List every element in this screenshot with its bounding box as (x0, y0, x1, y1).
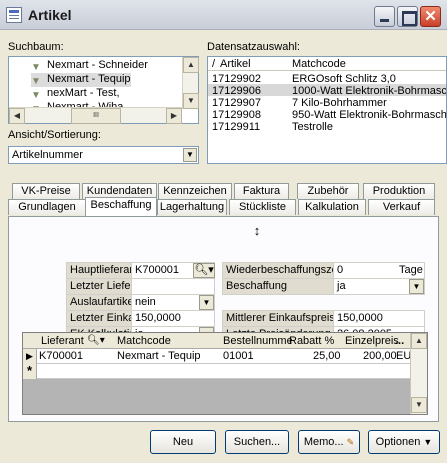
chevron-down-icon[interactable]: ▼ (409, 279, 424, 294)
scroll-left-icon[interactable]: ◀ (9, 108, 25, 124)
window-title: Artikel (28, 7, 72, 23)
sort-select[interactable]: Artikelnummer ▼ (8, 146, 199, 164)
close-button[interactable]: ✕ (420, 6, 441, 27)
close-icon: ✕ (424, 8, 437, 25)
letzter-einkaufspreis-label: Letzter Einkaufspreis (66, 310, 132, 327)
tree-horizontal-scrollbar[interactable]: ◀ III ▶ (9, 107, 182, 124)
memo-pencil-icon: ✎ (346, 437, 355, 447)
mittlerer-einkaufspreis-label: Mittlerer Einkaufspreis (222, 310, 334, 327)
record-row-selected[interactable]: 17129906 1000-Watt Elektronik-Bohrmaschi… (208, 84, 446, 97)
minimize-button[interactable] (374, 6, 395, 27)
sort-label: Ansicht/Sortierung: (8, 129, 101, 141)
letzter-einkaufspreis-field[interactable]: 150,0000 (131, 310, 215, 327)
tab-zubehoer[interactable]: Zubehör (297, 183, 359, 199)
current-row-indicator-icon: ▶ (23, 349, 37, 364)
column-header-bestellnummer[interactable]: Bestellnumme (223, 335, 293, 347)
record-list-header: / Artikel Matchcode (208, 57, 446, 71)
artikel-window: Artikel ✕ Suchbaum: ▼ Nexmart - Schneider… (0, 0, 447, 463)
tab-produktion[interactable]: Produktion (363, 183, 435, 199)
auslaufartikel-label: Auslaufartikel (66, 294, 132, 311)
title-bar[interactable]: Artikel ✕ (0, 0, 447, 30)
column-header-more[interactable]: ... (395, 335, 404, 347)
chevron-down-icon[interactable]: ▼ (199, 295, 214, 310)
grid-vertical-scrollbar[interactable]: ▲ ▼ (410, 333, 427, 414)
options-button[interactable]: Optionen ▼ (368, 430, 440, 454)
memo-button[interactable]: Memo... ✎ (298, 430, 360, 454)
tree-item[interactable]: ▼ nexMart - Test, (31, 87, 120, 101)
maximize-button[interactable] (397, 6, 418, 27)
search-button[interactable]: Suchen... (225, 430, 289, 454)
search-tree-label: Suchbaum: (8, 41, 64, 53)
new-button[interactable]: Neu (150, 430, 216, 454)
wiederbeschaffungszeit-unit: Tage (399, 264, 423, 276)
tab-kalkulation[interactable]: Kalkulation (298, 199, 366, 215)
scroll-up-icon[interactable]: ▲ (411, 333, 427, 349)
chevron-down-icon[interactable]: ▼ (183, 148, 197, 162)
column-header-matchcode[interactable]: Matchcode (117, 335, 171, 347)
column-header-lieferant[interactable]: Lieferant (41, 335, 84, 347)
new-row-indicator-icon: * (23, 364, 37, 379)
record-list[interactable]: / Artikel Matchcode 17129902 ERGOsoft Sc… (207, 56, 447, 164)
record-row[interactable]: 17129911 Testrolle (208, 120, 446, 133)
search-icon[interactable]: 🔍︎▾ (87, 335, 105, 346)
table-row[interactable]: ▶ K700001 Nexmart - Tequip 01001 25,00 2… (23, 349, 419, 364)
scroll-thumb[interactable]: III (71, 108, 121, 124)
window-app-icon (6, 7, 22, 23)
tab-stueckliste[interactable]: Stückliste (229, 199, 296, 215)
tab-vk-preise[interactable]: VK-Preise (12, 183, 80, 199)
record-row[interactable]: 17129908 950-Watt Elektronik-Bohrmaschin… (208, 108, 446, 121)
hauptlieferant-label: Hauptlieferant (66, 262, 132, 279)
tab-grundlagen[interactable]: Grundlagen (8, 199, 86, 215)
record-row[interactable]: 17129902 ERGOsoft Schlitz 3,0 (208, 72, 446, 85)
tree-item-selected[interactable]: ▼ Nexmart - Tequip (31, 73, 131, 87)
sort-indicator-icon: / (212, 58, 216, 70)
new-row[interactable]: * (23, 364, 411, 379)
supplier-grid-header: Lieferant 🔍︎▾ Matchcode Bestellnumme Rab… (23, 333, 411, 349)
minimize-icon (375, 7, 394, 26)
supplier-grid[interactable]: Lieferant 🔍︎▾ Matchcode Bestellnumme Rab… (22, 332, 428, 415)
tree-item[interactable]: ▼ Nexmart - Schneider (31, 59, 148, 73)
scroll-right-icon[interactable]: ▶ (166, 108, 182, 124)
tab-kennzeichen[interactable]: Kennzeichen (158, 183, 232, 199)
beschaffung-label: Beschaffung (222, 278, 334, 295)
tab-verkauf[interactable]: Verkauf (368, 199, 435, 215)
tab-lagerhaltung[interactable]: Lagerhaltung (157, 199, 227, 215)
column-header-rabatt[interactable]: Rabatt % (289, 335, 334, 347)
letzter-lieferant-label: Letzter Lieferant (66, 278, 132, 295)
tree-vertical-scrollbar[interactable]: ▲ ▼ (182, 57, 199, 109)
tab-faktura[interactable]: Faktura (234, 183, 289, 199)
scroll-down-icon[interactable]: ▼ (183, 93, 199, 109)
column-header-artikel[interactable]: Artikel (220, 58, 251, 70)
chevron-down-icon: ▼ (423, 437, 433, 447)
column-header-matchcode[interactable]: Matchcode (292, 58, 346, 70)
column-header-einzelpreis[interactable]: Einzelpreis (345, 335, 399, 347)
maximize-icon (398, 7, 417, 26)
tab-beschaffung[interactable]: Beschaffung (85, 197, 157, 216)
scroll-up-icon[interactable]: ▲ (183, 57, 199, 73)
wiederbeschaffungszeit-label: Wiederbeschaffungszeit (222, 262, 334, 279)
scroll-down-icon[interactable]: ▼ (411, 397, 427, 413)
record-list-label: Datensatzauswahl: (207, 41, 300, 53)
splitter-resize-icon[interactable]: ↕ (251, 223, 263, 239)
letzter-lieferant-field[interactable] (131, 278, 215, 295)
record-row[interactable]: 17129907 7 Kilo-Bohrhammer (208, 96, 446, 109)
lookup-icon[interactable]: 🔍︎▾ (193, 263, 215, 278)
search-tree[interactable]: ▼ Nexmart - Schneider ▼ Nexmart - Tequip ▼… (8, 56, 199, 124)
mittlerer-einkaufspreis-field[interactable]: 150,0000 (333, 310, 425, 327)
